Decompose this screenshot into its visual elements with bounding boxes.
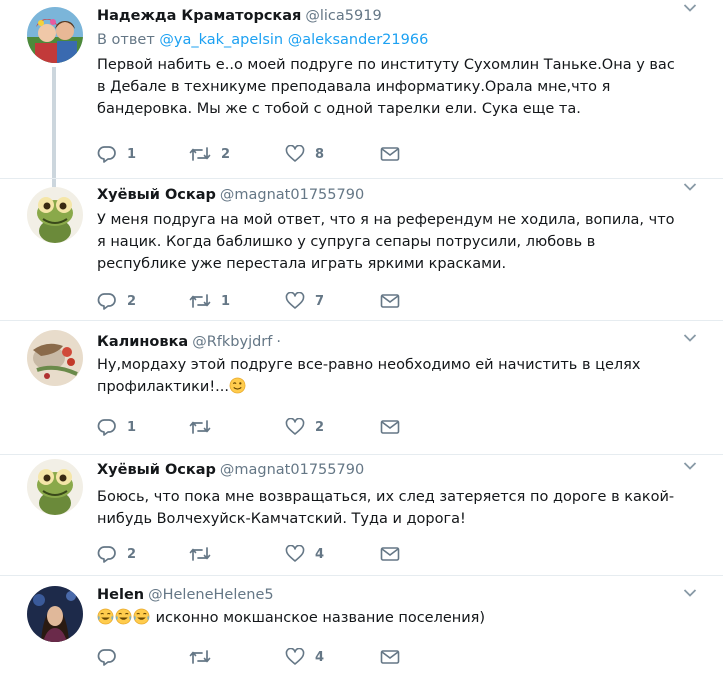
tweet-header: Helen @HeleneHelene5 — [97, 585, 687, 605]
like-button[interactable]: 2 — [285, 416, 324, 438]
like-count: 7 — [315, 293, 325, 309]
crying-laughing-face-icon — [133, 608, 150, 625]
direct-message-button[interactable] — [380, 543, 400, 565]
retweet-button[interactable]: 1 — [189, 290, 230, 312]
envelope-icon — [380, 294, 400, 308]
direct-message-button[interactable] — [380, 290, 400, 312]
envelope-icon — [380, 147, 400, 161]
reply-to-label: В ответ — [97, 32, 155, 48]
display-name[interactable]: Калиновка — [97, 334, 188, 350]
avatar[interactable] — [27, 459, 83, 515]
retweet-icon — [189, 420, 211, 434]
avatar[interactable] — [27, 586, 83, 642]
chevron-down-icon[interactable] — [683, 3, 697, 13]
direct-message-button[interactable] — [380, 143, 400, 165]
reply-icon — [97, 146, 116, 163]
tweet[interactable]: Хуёвый Оскар @magnat01755790 Боюсь, что п… — [0, 455, 723, 575]
display-name[interactable]: Хуёвый Оскар — [97, 187, 216, 203]
user-handle[interactable]: @magnat01755790 — [220, 462, 364, 478]
user-handle[interactable]: @HeleneHelene5 — [148, 587, 274, 603]
like-count: 8 — [315, 146, 325, 162]
retweet-icon — [189, 294, 211, 308]
display-name[interactable]: Helen — [97, 587, 144, 603]
wink-face-icon — [229, 377, 246, 394]
retweet-icon — [189, 650, 211, 664]
tweet-text-content: исконно мокшанское название поселения) — [151, 610, 486, 626]
reply-icon — [97, 546, 116, 563]
heart-icon — [285, 418, 305, 435]
tweet-text: Первой набить е..о моей подруге по инсти… — [97, 57, 675, 117]
display-name[interactable]: Хуёвый Оскар — [97, 462, 216, 478]
direct-message-button[interactable] — [380, 646, 400, 668]
avatar[interactable] — [27, 187, 83, 243]
like-button[interactable]: 8 — [285, 143, 324, 165]
tweet-header: Калиновка @Rfkbyjdrf · — [97, 332, 687, 352]
avatar[interactable] — [27, 7, 83, 63]
tweet[interactable]: Helen @HeleneHelene5 исконно мокшанское н… — [0, 576, 723, 673]
reply-button[interactable]: 1 — [97, 416, 136, 438]
heart-icon — [285, 292, 305, 309]
retweet-count: 2 — [221, 146, 231, 162]
direct-message-button[interactable] — [380, 416, 400, 438]
reply-icon — [97, 419, 116, 436]
tweet-text: исконно мокшанское название поселения) — [97, 607, 687, 629]
envelope-icon — [380, 420, 400, 434]
reply-button[interactable]: 2 — [97, 290, 136, 312]
heart-icon — [285, 648, 305, 665]
heart-icon — [285, 145, 305, 162]
user-handle[interactable]: @Rfkbyjdrf — [192, 334, 272, 350]
reply-to-line: В ответ @ya_kak_apelsin @aleksander21966 — [97, 30, 687, 50]
retweet-button[interactable] — [189, 416, 221, 438]
mention-link[interactable]: @aleksander21966 — [288, 32, 429, 48]
like-button[interactable]: 4 — [285, 646, 324, 668]
like-count: 2 — [315, 419, 325, 435]
tweet[interactable]: Хуёвый Оскар @magnat01755790 У меня подру… — [0, 179, 723, 320]
crying-laughing-face-icon — [97, 608, 114, 625]
tweet-header: Хуёвый Оскар @magnat01755790 — [97, 185, 687, 205]
chevron-down-icon[interactable] — [683, 333, 697, 343]
crying-laughing-face-icon — [115, 608, 132, 625]
like-button[interactable]: 7 — [285, 290, 324, 312]
thread-connector — [52, 67, 56, 187]
reply-icon — [97, 649, 116, 666]
retweet-count: 1 — [221, 293, 231, 309]
chevron-down-icon[interactable] — [683, 182, 697, 192]
mention-link[interactable]: @ya_kak_apelsin — [159, 32, 283, 48]
retweet-icon — [189, 147, 211, 161]
avatar[interactable] — [27, 330, 83, 386]
tweet[interactable]: Калиновка @Rfkbyjdrf · Ну,мордаху этой под… — [0, 321, 723, 454]
reply-count: 1 — [127, 419, 137, 435]
display-name[interactable]: Надежда Краматорская — [97, 8, 301, 24]
chevron-down-icon[interactable] — [683, 461, 697, 471]
retweet-button[interactable]: 2 — [189, 143, 230, 165]
separator-dot: · — [276, 334, 281, 350]
retweet-button[interactable] — [189, 543, 221, 565]
like-button[interactable]: 4 — [285, 543, 324, 565]
reply-button[interactable]: 1 — [97, 143, 136, 165]
chevron-down-icon[interactable] — [683, 588, 697, 598]
envelope-icon — [380, 547, 400, 561]
like-count: 4 — [315, 546, 325, 562]
tweet-text: Боюсь, что пока мне возвращаться, их сле… — [97, 489, 675, 527]
tweet-header: Хуёвый Оскар @magnat01755790 — [97, 460, 687, 480]
reply-icon — [97, 293, 116, 310]
tweet[interactable]: Надежда Краматорская @lica5919 В ответ @y… — [0, 0, 723, 187]
reply-count: 1 — [127, 146, 137, 162]
like-count: 4 — [315, 649, 325, 665]
reply-count: 2 — [127, 293, 137, 309]
reply-button[interactable] — [97, 646, 127, 668]
tweet-thread: Надежда Краматорская @lica5919 В ответ @y… — [0, 0, 723, 673]
envelope-icon — [380, 650, 400, 664]
tweet-text-content: Ну,мордаху этой подруге все-равно необхо… — [97, 357, 641, 395]
reply-button[interactable]: 2 — [97, 543, 136, 565]
tweet-text: Ну,мордаху этой подруге все-равно необхо… — [97, 354, 687, 398]
reply-count: 2 — [127, 546, 137, 562]
tweet-text: У меня подруга на мой ответ, что я на ре… — [97, 212, 675, 272]
tweet-header: Надежда Краматорская @lica5919 — [97, 6, 687, 26]
retweet-button[interactable] — [189, 646, 221, 668]
heart-icon — [285, 545, 305, 562]
user-handle[interactable]: @magnat01755790 — [220, 187, 364, 203]
retweet-icon — [189, 547, 211, 561]
user-handle[interactable]: @lica5919 — [305, 8, 381, 24]
